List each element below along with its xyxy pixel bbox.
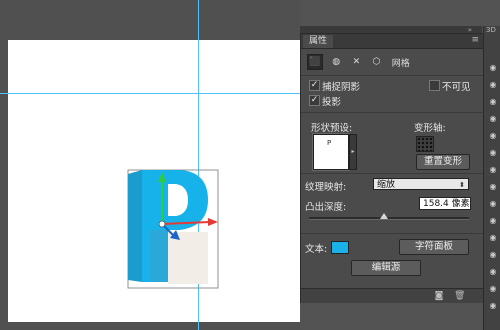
texture-mapping-value: 缩放 [377,180,396,190]
property-mode-icons: ⬛ ◍ ✕ ⬡ 网格 [307,54,410,72]
visibility-eye-icon[interactable]: ◉ [488,64,498,72]
visibility-eye-icon[interactable]: ◉ [488,149,498,157]
visibility-eye-icon[interactable]: ◉ [488,302,498,310]
character-panel-button[interactable]: 字符面板 [399,239,469,255]
shape-preset-dropdown-arrow[interactable]: ▸ [349,134,357,170]
properties-panel: 属性 ≡ ⬛ ◍ ✕ ⬡ 网格 ✓ 捕捉阴影 不可见 ✓ 投影 形状预设: 变形… [300,33,483,303]
visibility-eye-icon[interactable]: ◉ [488,251,498,259]
panel-tabbar: 属性 ≡ [301,34,483,49]
letter-p-lower-face [168,232,208,284]
catch-shadow-checkbox[interactable]: ✓ [309,80,320,91]
reset-deform-button-label: 重置变形 [423,156,462,167]
shape-preset-picker[interactable]: P [313,134,349,170]
extrusion-depth-input[interactable]: 158.4 像素 [419,197,471,210]
deform-icon[interactable]: ◍ [329,55,343,69]
visibility-eye-icon[interactable]: ◉ [488,200,498,208]
slider-thumb[interactable] [380,213,389,219]
divider [301,112,483,113]
invisible-label: 不可见 [442,82,471,93]
visibility-eye-icon[interactable]: ◉ [488,115,498,123]
3d-strip-label: 3D [486,26,496,34]
edit-source-button-label: 编辑源 [371,262,401,273]
extrusion-depth-value: 158.4 像素 [423,199,470,209]
panel-menu-icon[interactable]: ≡ [471,35,479,45]
canvas-area[interactable] [0,0,300,330]
chevron-up-down-icon: ⬍ [459,181,465,189]
shape-preset-label: 形状预设: [311,123,353,134]
cast-shadow-checkbox[interactable]: ✓ [309,95,320,106]
letter-p-stem-shadow [150,230,168,282]
divider [301,233,483,234]
visibility-eye-icon[interactable]: ◉ [488,268,498,276]
visibility-eye-icon[interactable]: ◉ [488,98,498,106]
mesh-label: 网格 [391,58,410,69]
text-color-swatch[interactable] [331,241,349,254]
panel-bottom-bar: ◙ 🗑 [301,288,483,303]
divider [301,75,483,76]
texture-mapping-label: 纹理映射: [305,182,347,193]
edit-source-button[interactable]: 编辑源 [351,260,421,276]
character-panel-button-label: 字符面板 [414,241,453,252]
tab-properties-label: 属性 [309,36,328,46]
shape-preset-preview: P [327,139,332,147]
divider [301,173,483,174]
texture-mapping-select[interactable]: 缩放 ⬍ [373,178,469,190]
visibility-eye-icon[interactable]: ◉ [488,183,498,191]
catch-shadow-label: 捕捉阴影 [322,82,361,93]
extrusion-depth-label: 凸出深度: [305,202,347,213]
visibility-eye-icon[interactable]: ◉ [488,166,498,174]
visibility-eye-icon[interactable]: ◉ [488,81,498,89]
layers-3d-strip: 3D ◉ ◉ ◉ ◉ ◉ ◉ ◉ ◉ ◉ ◉ ◉ ◉ ◉ ◉ ◉ [483,26,500,330]
text-label: 文本: [305,244,328,255]
visibility-eye-icon[interactable]: ◉ [488,217,498,225]
visibility-eye-icon[interactable]: ◉ [488,132,498,140]
axis-origin[interactable] [158,220,166,228]
render-icon[interactable]: ◙ [434,291,444,301]
invisible-checkbox[interactable] [429,80,440,91]
mesh-icon[interactable]: ⬛ [307,54,323,70]
visibility-eye-icon[interactable]: ◉ [488,285,498,293]
deform-axis-label: 变形轴: [414,123,446,134]
cast-shadow-label: 投影 [322,97,342,108]
letter-extrusion-side [128,170,142,282]
tab-properties[interactable]: 属性 [303,35,334,48]
visibility-eye-icon[interactable]: ◉ [488,234,498,242]
cap-icon[interactable]: ✕ [349,55,363,69]
3d-letter-p-object[interactable] [110,160,230,290]
reset-deform-button[interactable]: 重置变形 [416,154,470,170]
deform-axis-grid-icon[interactable] [416,136,434,152]
trash-icon[interactable]: 🗑 [454,291,465,301]
horizontal-guide[interactable] [0,93,300,94]
extrusion-depth-slider[interactable] [309,213,469,220]
axis-x-arrow[interactable] [208,218,218,226]
coordinates-icon[interactable]: ⬡ [370,55,384,69]
